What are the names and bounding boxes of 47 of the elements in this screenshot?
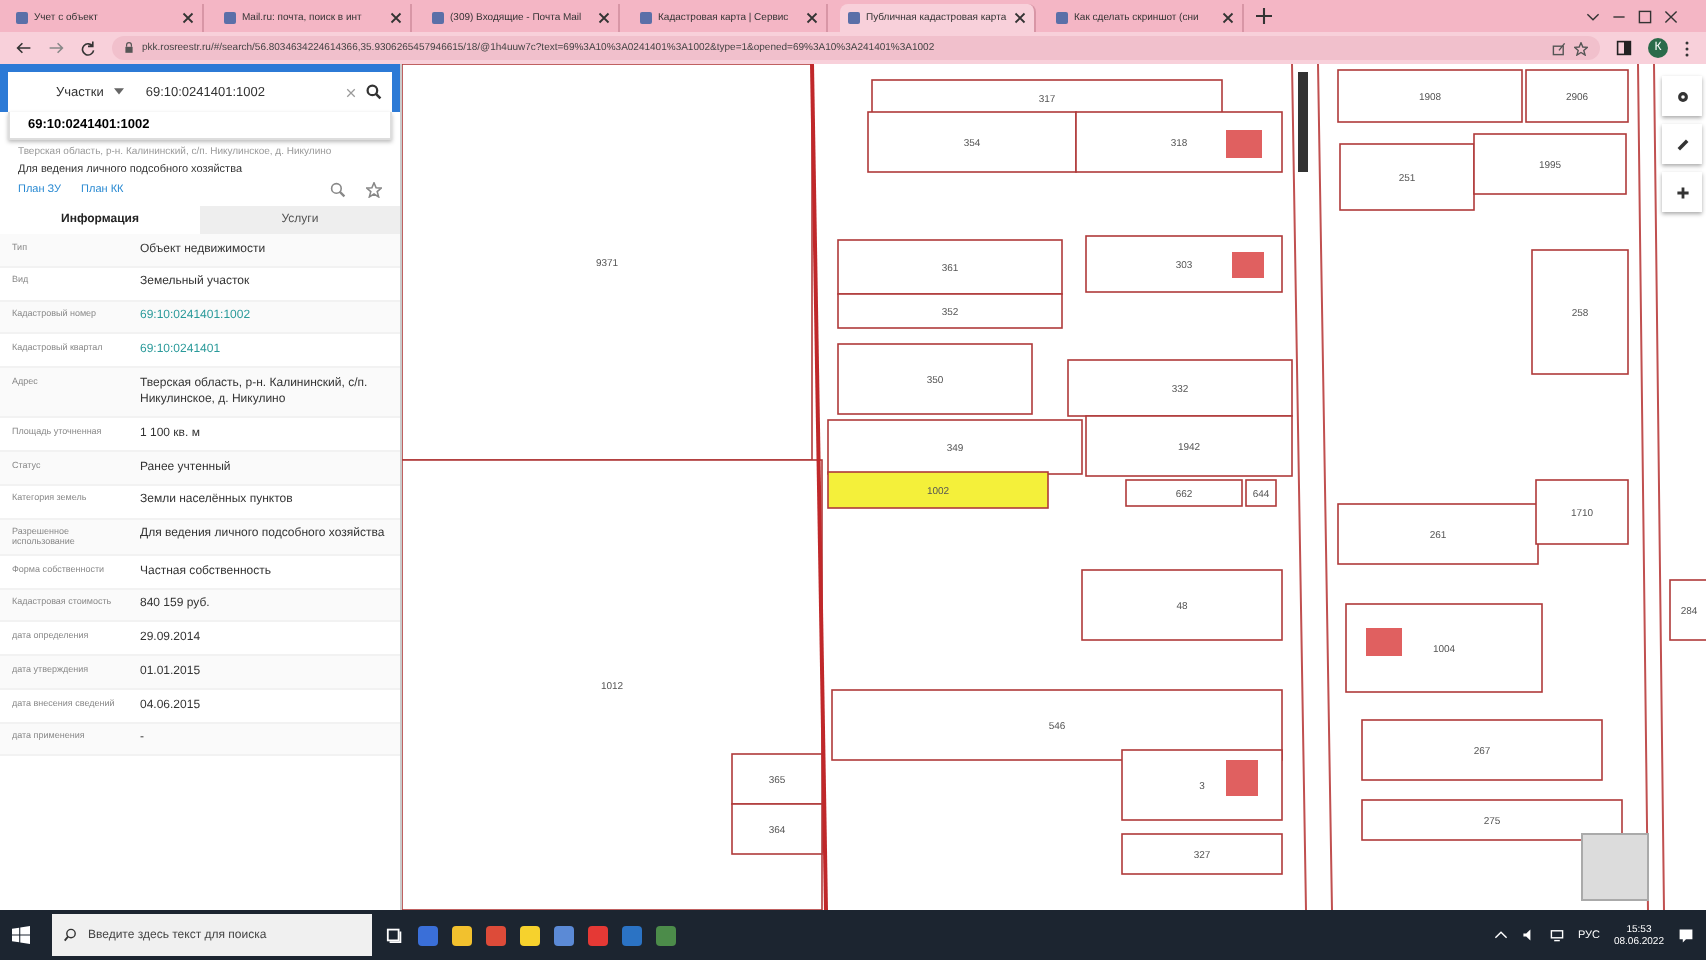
task-view-icon[interactable] (386, 926, 404, 944)
building-footprint (1226, 760, 1258, 796)
map-thumbnail[interactable] (1581, 833, 1649, 901)
zoom-button[interactable] (1662, 172, 1702, 212)
share-icon[interactable] (1552, 41, 1566, 55)
building-footprint (1226, 130, 1262, 158)
close-icon[interactable] (806, 12, 818, 24)
back-arrow-icon[interactable] (16, 40, 32, 56)
chevron-up-icon[interactable] (1493, 928, 1508, 942)
new-tab-icon[interactable] (1256, 8, 1272, 24)
close-icon[interactable] (390, 12, 402, 24)
speaker-icon[interactable] (1521, 928, 1536, 942)
close-icon[interactable] (1664, 9, 1678, 23)
favicon-icon (640, 12, 652, 24)
plus-icon (1675, 185, 1689, 199)
ruler-icon (1675, 137, 1689, 151)
close-icon[interactable] (182, 12, 194, 24)
location-icon (1675, 89, 1689, 103)
locate-button[interactable] (1662, 76, 1702, 116)
clear-icon[interactable] (346, 87, 356, 97)
lock-icon (124, 42, 134, 54)
zoom-to-icon[interactable] (330, 182, 346, 198)
notification-icon[interactable] (1678, 927, 1694, 943)
network-icon[interactable] (1549, 928, 1564, 942)
star-icon[interactable] (1574, 41, 1588, 55)
measure-button[interactable] (1662, 124, 1702, 164)
caret-icon (113, 88, 124, 96)
close-icon[interactable] (598, 12, 610, 24)
favicon-icon (1056, 12, 1068, 24)
favicon-icon (16, 12, 28, 24)
street-name-label (1298, 72, 1308, 172)
star-icon[interactable] (366, 182, 382, 198)
favicon-icon (432, 12, 444, 24)
kebab-menu-icon[interactable] (1684, 39, 1690, 57)
building-footprint (1366, 628, 1402, 656)
chevron-down-icon[interactable] (1586, 9, 1600, 23)
sidebar-panel-icon[interactable] (1616, 40, 1632, 56)
building-footprint (1232, 252, 1264, 278)
close-icon[interactable] (1222, 12, 1234, 24)
reload-icon[interactable] (80, 40, 96, 56)
search-icon[interactable] (366, 84, 382, 100)
windows-logo-icon[interactable] (12, 926, 30, 944)
favicon-icon (848, 12, 860, 24)
maximize-icon[interactable] (1638, 9, 1652, 23)
close-icon[interactable] (1014, 12, 1026, 24)
search-icon (64, 928, 78, 942)
favicon-icon (224, 12, 236, 24)
